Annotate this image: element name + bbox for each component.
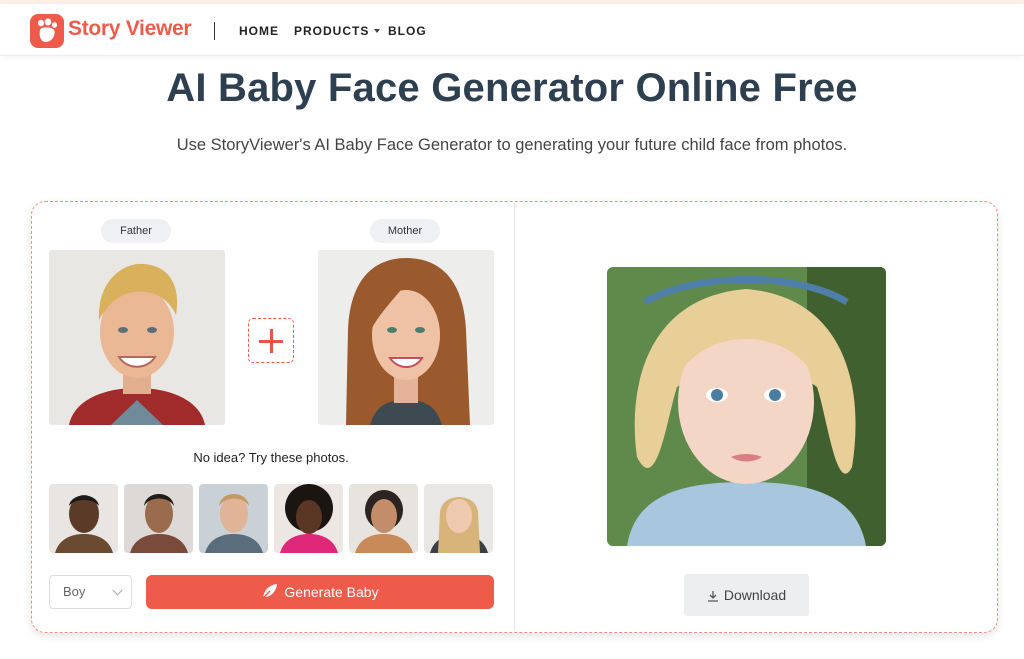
page-title: AI Baby Face Generator Online Free bbox=[166, 66, 858, 110]
leaf-icon bbox=[261, 578, 278, 612]
sample-photo-2[interactable] bbox=[124, 484, 193, 553]
nav-products[interactable]: PRODUCTS bbox=[294, 24, 381, 38]
page-subtitle: Use StoryViewer's AI Baby Face Generator… bbox=[176, 136, 848, 154]
chevron-down-icon bbox=[374, 29, 381, 33]
nav-blog[interactable]: BLOG bbox=[388, 24, 427, 38]
nav-blog-label: BLOG bbox=[388, 24, 427, 38]
download-label: Download bbox=[723, 587, 787, 603]
header-separator bbox=[214, 22, 215, 40]
nav-home-label: HOME bbox=[239, 24, 279, 38]
generate-baby-button[interactable]: Generate Baby bbox=[146, 575, 494, 609]
nav-products-label: PRODUCTS bbox=[294, 24, 370, 38]
gender-select-value: Boy bbox=[63, 584, 86, 599]
father-label: Father bbox=[101, 219, 171, 243]
sample-photo-4[interactable] bbox=[274, 484, 343, 553]
sample-photo-6[interactable] bbox=[424, 484, 493, 553]
chevron-down-icon bbox=[112, 585, 123, 596]
mother-photo[interactable] bbox=[318, 250, 494, 425]
panel-divider bbox=[514, 203, 515, 631]
nav-home[interactable]: HOME bbox=[239, 24, 279, 38]
father-photo[interactable] bbox=[49, 250, 225, 425]
generated-baby-image bbox=[607, 267, 886, 546]
site-header: Story Viewer HOME PRODUCTS BLOG bbox=[0, 4, 1024, 56]
download-button[interactable]: Download bbox=[684, 574, 809, 616]
sample-photo-1[interactable] bbox=[49, 484, 118, 553]
gender-select[interactable]: Boy bbox=[49, 575, 132, 609]
generate-baby-label: Generate Baby bbox=[284, 584, 379, 600]
plus-icon bbox=[248, 318, 294, 363]
brand-name[interactable]: Story Viewer bbox=[68, 17, 192, 41]
story-viewer-logo-icon[interactable] bbox=[30, 14, 64, 48]
sample-hint: No idea? Try these photos. bbox=[193, 450, 349, 465]
download-icon bbox=[707, 576, 719, 618]
sample-photo-5[interactable] bbox=[349, 484, 418, 553]
sample-photo-3[interactable] bbox=[199, 484, 268, 553]
mother-label: Mother bbox=[370, 219, 440, 243]
